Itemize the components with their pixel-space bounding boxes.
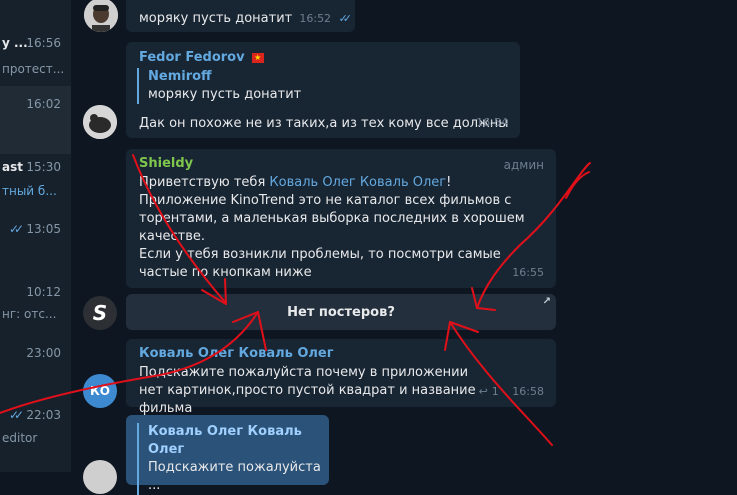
message-text: Приветствую тебя Коваль Олег Коваль Олег…	[139, 174, 544, 282]
message-meta[interactable]: ↩ 1 16:58	[479, 383, 544, 401]
greeting-text: Приветствую тебя	[139, 175, 270, 190]
message-bubble[interactable]: Shieldy админ Приветствую тебя Коваль Ол…	[126, 149, 556, 288]
message-bubble[interactable]: Коваль Олег Коваль Олег Подскажите пожал…	[126, 415, 329, 495]
user-mention-link[interactable]: Коваль Олег Коваль Олег	[269, 175, 446, 190]
admin-badge: админ	[503, 158, 544, 172]
bot-avatar[interactable]: S	[83, 296, 117, 330]
chat-name: ast	[2, 160, 23, 174]
user-avatar[interactable]: КО	[83, 374, 117, 408]
message-time: 16:52	[299, 12, 332, 25]
sender-name[interactable]: Коваль Олег Коваль Олег	[139, 345, 334, 363]
reply-quote[interactable]: Коваль Олег Коваль Олег Подскажите пожал…	[137, 423, 324, 495]
avatar-photo-icon	[84, 0, 118, 32]
chat-list-panel: y ... 16:56 протест... 16:02 ast 15:30 т…	[0, 0, 71, 472]
reply-count: 1	[491, 385, 499, 398]
reply-quote[interactable]: Nemiroff моряку пусть донатит	[137, 68, 301, 104]
arrow-annotation	[565, 171, 590, 199]
message-bubble[interactable]: Коваль Олег Коваль Олег Подскажите пожал…	[126, 339, 556, 416]
external-link-icon: ↗	[542, 296, 551, 307]
message-sender[interactable]: Fedor Fedorov ★	[139, 49, 264, 67]
body-text: Приложение KinoTrend это не каталог всех…	[139, 193, 525, 244]
reply-name: Nemiroff	[148, 69, 212, 84]
message-text: Подскажите пожалуйста почему в приложени…	[139, 365, 476, 416]
chat-time: 23:00	[26, 346, 61, 360]
chat-preview: тный б...	[2, 184, 57, 198]
chat-name: y ...	[2, 36, 28, 50]
chat-time: 22:03	[26, 408, 61, 422]
chat-time: 16:56	[26, 36, 61, 50]
message-text: Дак он похоже не из таких,а из тех кому …	[139, 116, 509, 131]
user-avatar[interactable]	[84, 0, 118, 32]
chat-time: 15:30	[26, 160, 61, 174]
double-check-icon: ✓✓	[338, 12, 353, 25]
greeting-end: !	[446, 175, 452, 190]
message-meta: 16:52 ✓✓	[299, 10, 353, 28]
avatar-initials: КО	[89, 384, 110, 398]
user-avatar[interactable]	[83, 460, 117, 494]
button-label: Нет постеров?	[287, 304, 395, 320]
chat-preview: editor	[2, 431, 38, 445]
reply-name: Коваль Олег Коваль Олег	[148, 424, 302, 457]
double-check-icon: ✓✓	[9, 408, 24, 422]
body-text: Если у тебя возникли проблемы, то посмот…	[139, 247, 501, 280]
chat-preview: протест...	[2, 62, 65, 76]
message-time: 16:55	[512, 266, 544, 279]
message-bubble[interactable]: моряку пусть донатит 16:52 ✓✓	[126, 0, 355, 32]
user-avatar[interactable]	[83, 105, 117, 139]
chat-time: 13:05	[26, 222, 61, 236]
chat-preview: нг: отс...	[2, 307, 57, 321]
shieldy-logo-icon: S	[92, 301, 108, 325]
message-time: 16:58	[512, 385, 544, 398]
reply-text: Подскажите пожалуйста ...	[148, 460, 321, 493]
sender-name: Fedor Fedorov	[139, 50, 245, 65]
reply-arrow-icon: ↩	[478, 385, 488, 398]
avatar-photo-icon	[83, 105, 117, 139]
sender-name[interactable]: Shieldy	[139, 155, 193, 173]
message-text: моряку пусть донатит	[139, 11, 293, 26]
flag-icon: ★	[251, 52, 264, 63]
message-time: 16:54	[476, 116, 508, 129]
inline-keyboard-button[interactable]: Нет постеров? ↗	[126, 294, 556, 330]
message-bubble[interactable]: Fedor Fedorov ★ Nemiroff моряку пусть до…	[126, 42, 520, 138]
chat-time: 16:02	[26, 97, 61, 111]
reply-text: моряку пусть донатит	[148, 87, 302, 102]
chat-time: 10:12	[26, 285, 61, 299]
double-check-icon: ✓✓	[9, 222, 24, 236]
